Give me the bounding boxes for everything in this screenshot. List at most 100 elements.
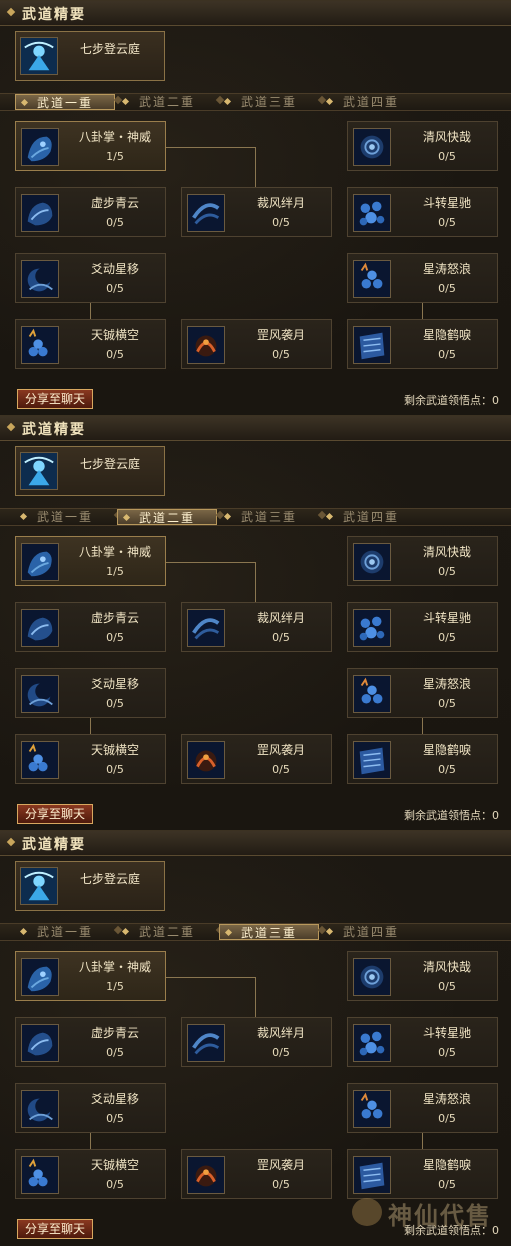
skill-yaodong[interactable]: 爻动星移 0/5 [15, 253, 166, 303]
skill-bagua[interactable]: 八卦掌・神威 1/5 [15, 951, 166, 1001]
skill-name: 星涛怒浪 [422, 677, 471, 691]
essence-slot[interactable]: 七步登云庭 [15, 31, 165, 81]
tab-tier-3[interactable]: 武道三重 [219, 924, 319, 940]
mascot-face-icon [352, 1198, 382, 1226]
tier-tabs: 武道一重 武道二重 武道三重 武道四重 [0, 93, 511, 111]
skill-bagua[interactable]: 八卦掌・神威 1/5 [15, 121, 166, 171]
skill-level: 0/5 [106, 1046, 124, 1059]
diamond-bullet-icon [121, 97, 130, 106]
skill-level: 1/5 [106, 980, 124, 993]
moon-swirl-icon [21, 1090, 59, 1128]
skill-xingyin[interactable]: 星隐鹤唳 0/5 [347, 734, 498, 784]
essence-slot[interactable]: 七步登云庭 [15, 446, 165, 496]
diamond-bullet-icon [325, 97, 334, 106]
skill-connector [422, 1133, 423, 1149]
skill-level: 0/5 [438, 697, 456, 710]
tab-label: 武道三重 [240, 510, 297, 524]
diamond-bullet-icon [19, 512, 28, 521]
skill-level: 0/5 [106, 763, 124, 776]
skill-xingtao[interactable]: 星涛怒浪 0/5 [347, 1083, 498, 1133]
skill-level: 0/5 [106, 697, 124, 710]
star-burst-icon [21, 741, 59, 779]
tab-tier-3[interactable]: 武道三重 [219, 94, 319, 110]
skill-tianxian[interactable]: 天铖横空 0/5 [15, 319, 166, 369]
tab-tier-2[interactable]: 武道二重 [117, 94, 217, 110]
tab-tier-1[interactable]: 武道一重 [15, 94, 115, 110]
diamond-bullet-icon [325, 512, 334, 521]
skill-qingfeng[interactable]: 清风快哉 0/5 [347, 951, 498, 1001]
skill-level: 0/5 [438, 282, 456, 295]
star-cluster-icon [353, 1024, 391, 1062]
tab-tier-1[interactable]: 武道一重 [15, 924, 115, 940]
skill-name: 斗转星驰 [422, 611, 471, 625]
tab-tier-1[interactable]: 武道一重 [15, 509, 115, 525]
skill-name: 虚步青云 [90, 611, 139, 625]
skill-name: 罡风袭月 [256, 328, 305, 342]
tab-label: 武道四重 [342, 925, 399, 939]
skill-xubu[interactable]: 虚步青云 0/5 [15, 602, 166, 652]
tab-tier-3[interactable]: 武道三重 [219, 509, 319, 525]
skill-name: 八卦掌・神威 [78, 130, 151, 144]
panel-title: 武道精要 [22, 837, 86, 853]
remaining-label: 剩余武道领悟点： [404, 809, 492, 822]
skill-gangfeng[interactable]: 罡风袭月 0/5 [181, 734, 332, 784]
star-wave-icon [353, 1090, 391, 1128]
skill-xingtao[interactable]: 星涛怒浪 0/5 [347, 668, 498, 718]
diamond-bullet-icon [6, 7, 16, 17]
skill-level: 0/5 [438, 216, 456, 229]
skill-tianxian[interactable]: 天铖横空 0/5 [15, 1149, 166, 1199]
skill-xubu[interactable]: 虚步青云 0/5 [15, 187, 166, 237]
tab-tier-4[interactable]: 武道四重 [321, 509, 421, 525]
remaining-value: 0 [492, 394, 499, 407]
wind-cut-icon [187, 194, 225, 232]
diamond-bullet-icon [223, 97, 232, 106]
skill-xingtao[interactable]: 星涛怒浪 0/5 [347, 253, 498, 303]
tier-tabs: 武道一重 武道二重 武道三重 武道四重 [0, 508, 511, 526]
skill-douzhuan[interactable]: 斗转星驰 0/5 [347, 602, 498, 652]
skill-name: 清风快哉 [422, 960, 471, 974]
essence-slot[interactable]: 七步登云庭 [15, 861, 165, 911]
tab-tier-2[interactable]: 武道二重 [117, 509, 217, 525]
skill-name: 星隐鹤唳 [422, 328, 471, 342]
share-to-chat-button[interactable]: 分享至聊天 [17, 389, 93, 409]
tab-label: 武道一重 [36, 510, 93, 524]
skill-qingfeng[interactable]: 清风快哉 0/5 [347, 121, 498, 171]
skill-gangfeng[interactable]: 罡风袭月 0/5 [181, 319, 332, 369]
skill-level: 0/5 [438, 1112, 456, 1125]
skill-yaodong[interactable]: 爻动星移 0/5 [15, 668, 166, 718]
skill-douzhuan[interactable]: 斗转星驰 0/5 [347, 1017, 498, 1067]
skill-caifeng[interactable]: 裁风绊月 0/5 [181, 602, 332, 652]
skill-caifeng[interactable]: 裁风绊月 0/5 [181, 187, 332, 237]
skill-bagua[interactable]: 八卦掌・神威 1/5 [15, 536, 166, 586]
skill-caifeng[interactable]: 裁风绊月 0/5 [181, 1017, 332, 1067]
cloud-step-icon [21, 1024, 59, 1062]
skill-name: 星涛怒浪 [422, 1092, 471, 1106]
skill-gangfeng[interactable]: 罡风袭月 0/5 [181, 1149, 332, 1199]
cloud-step-icon [21, 194, 59, 232]
tab-tier-2[interactable]: 武道二重 [117, 924, 217, 940]
tab-label: 武道二重 [138, 95, 195, 109]
skill-level: 0/5 [272, 348, 290, 361]
tab-tier-4[interactable]: 武道四重 [321, 924, 421, 940]
skill-connector [255, 977, 256, 1017]
skill-xingyin[interactable]: 星隐鹤唳 0/5 [347, 319, 498, 369]
remaining-value: 0 [492, 809, 499, 822]
diamond-bullet-icon [325, 927, 334, 936]
tab-label: 武道一重 [36, 925, 93, 939]
fire-moon-icon [187, 741, 225, 779]
skill-douzhuan[interactable]: 斗转星驰 0/5 [347, 187, 498, 237]
skill-connector [90, 303, 91, 319]
share-to-chat-button[interactable]: 分享至聊天 [17, 804, 93, 824]
share-to-chat-button[interactable]: 分享至聊天 [17, 1219, 93, 1239]
tab-tier-4[interactable]: 武道四重 [321, 94, 421, 110]
wind-orb-icon [353, 128, 391, 166]
skill-xubu[interactable]: 虚步青云 0/5 [15, 1017, 166, 1067]
skill-qingfeng[interactable]: 清风快哉 0/5 [347, 536, 498, 586]
skill-yaodong[interactable]: 爻动星移 0/5 [15, 1083, 166, 1133]
mage-meditation-icon [20, 452, 58, 490]
star-burst-icon [21, 1156, 59, 1194]
skill-name: 爻动星移 [90, 262, 139, 276]
skill-tianxian[interactable]: 天铖横空 0/5 [15, 734, 166, 784]
skill-name: 清风快哉 [422, 545, 471, 559]
essence-name: 七步登云庭 [80, 42, 141, 56]
